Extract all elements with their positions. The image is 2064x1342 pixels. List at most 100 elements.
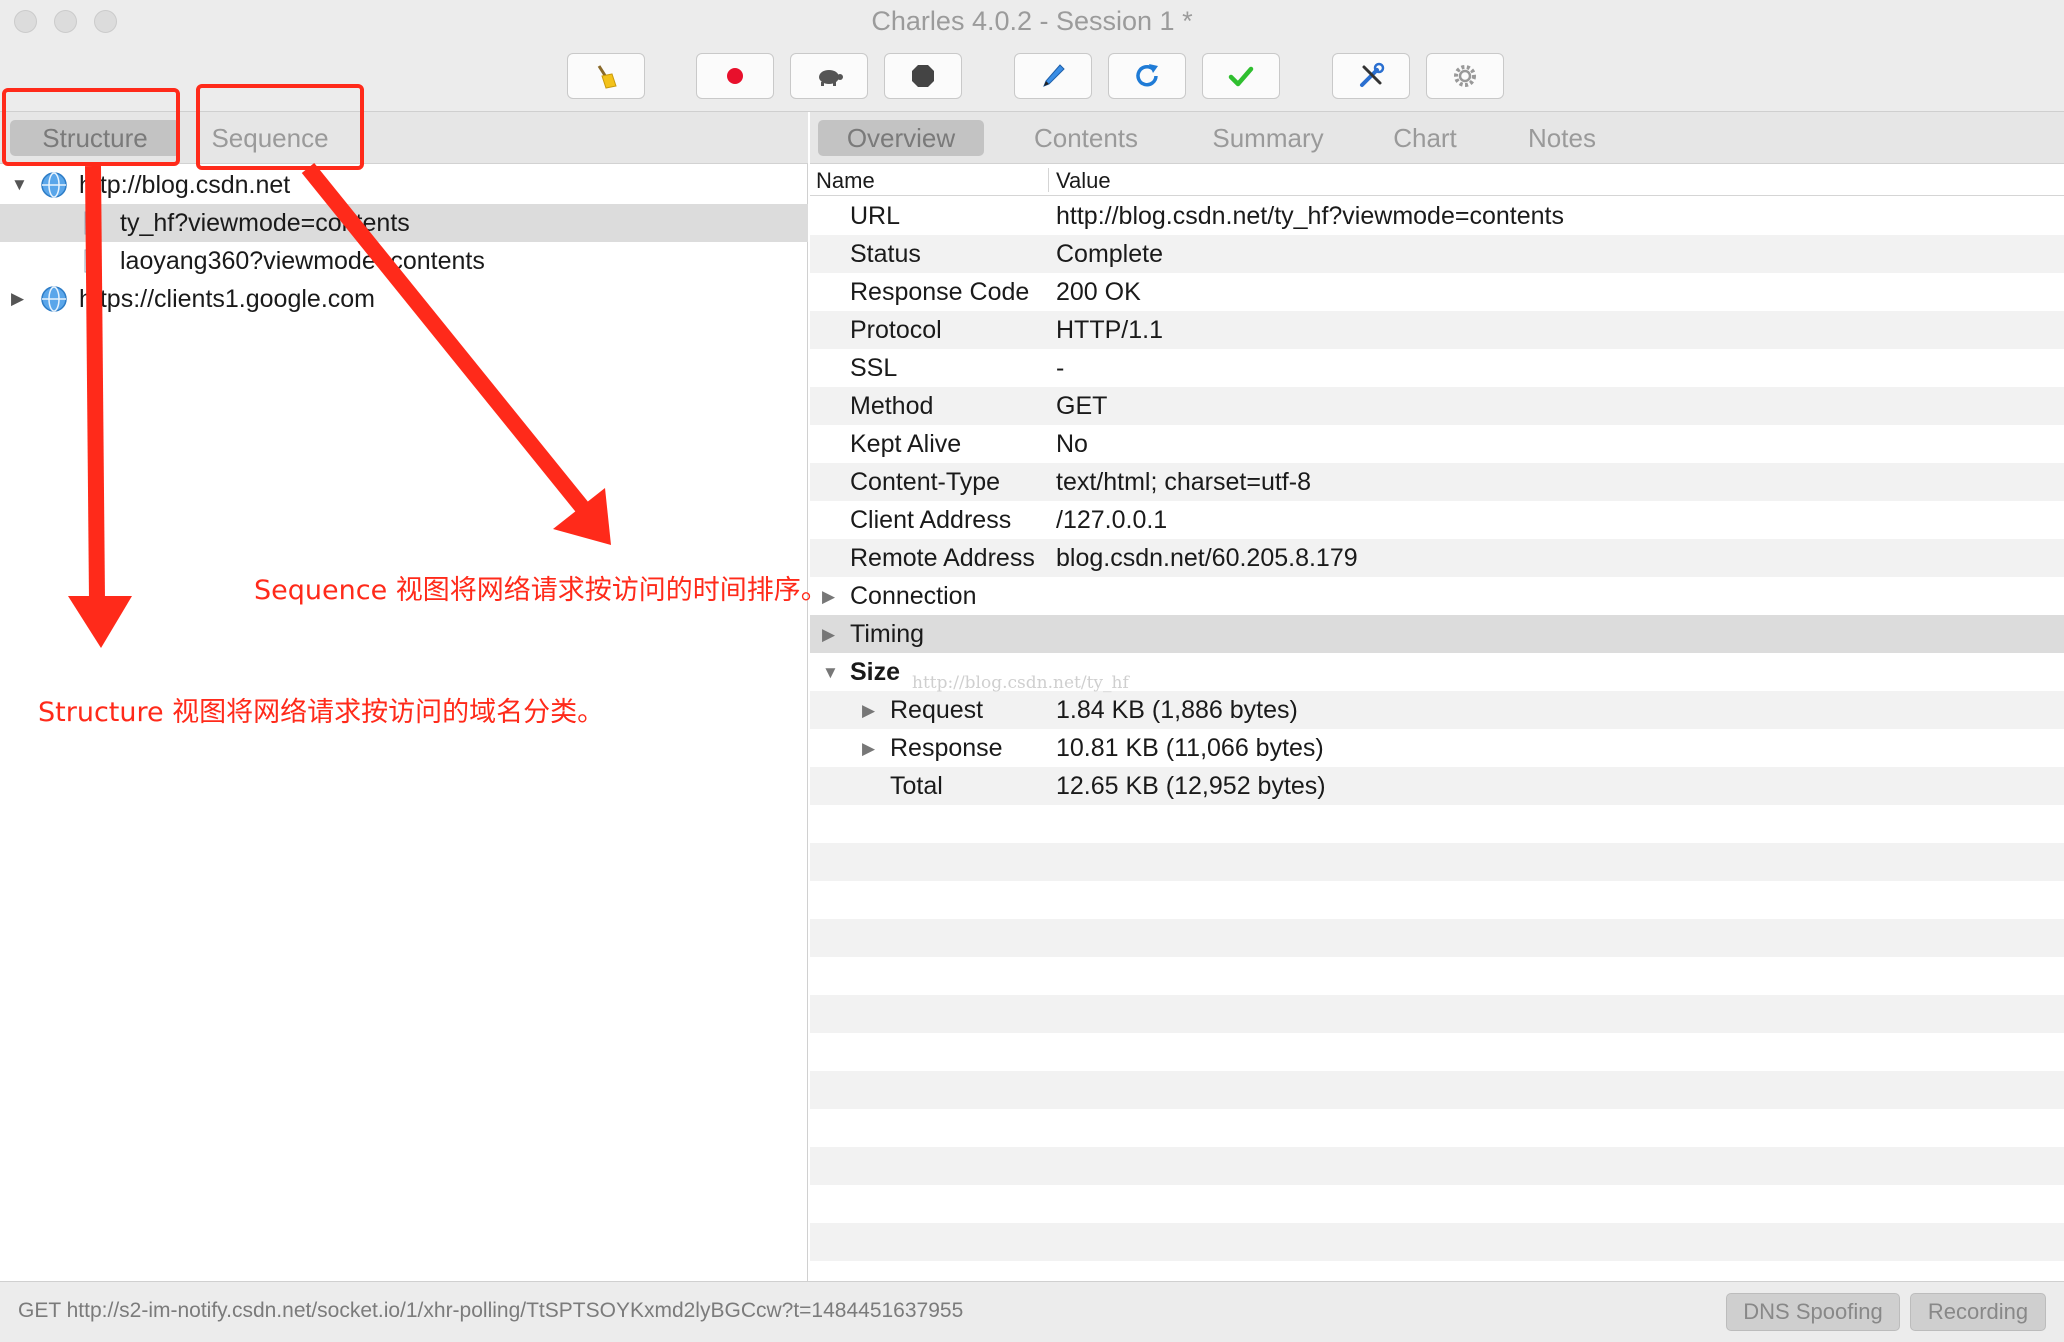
row-name: SSL: [850, 354, 898, 382]
refresh-icon: [1136, 64, 1158, 87]
overview-row-response[interactable]: ▶ Response 10.81 KB (11,066 bytes): [810, 729, 2064, 767]
annotation-box-sequence: [196, 84, 364, 170]
tree-host-label: https://clients1.google.com: [79, 284, 375, 313]
structure-annotation-text: Structure 视图将网络请求按访问的域名分类。: [38, 697, 605, 728]
row-value: 200 OK: [1056, 278, 1141, 306]
row-name: Content-Type: [850, 468, 1001, 496]
disclosure-collapsed-icon[interactable]: ▶: [862, 739, 875, 759]
tools-button[interactable]: [1332, 53, 1410, 99]
turtle-icon: [819, 70, 843, 86]
row-name: Remote Address: [850, 544, 1035, 572]
overview-column-header: Name Value: [810, 164, 2064, 196]
compose-button[interactable]: [1014, 53, 1092, 99]
overview-row[interactable]: Method GET: [810, 387, 2064, 425]
overview-group-timing[interactable]: ▶ Timing: [810, 615, 2064, 653]
row-name: Connection: [850, 582, 977, 610]
row-name: URL: [850, 202, 901, 230]
row-name: Client Address: [850, 506, 1012, 534]
overview-row[interactable]: URL http://blog.csdn.net/ty_hf?viewmode=…: [810, 197, 2064, 235]
row-value: 1.84 KB (1,886 bytes): [1056, 696, 1298, 724]
empty-row-stripe: [810, 1071, 2064, 1109]
status-bar: GET http://s2-im-notify.csdn.net/socket.…: [0, 1281, 2064, 1342]
row-value: 10.81 KB (11,066 bytes): [1056, 734, 1324, 762]
disclosure-collapsed-icon[interactable]: ▶: [822, 625, 835, 645]
status-text: GET http://s2-im-notify.csdn.net/socket.…: [18, 1299, 964, 1322]
overview-row[interactable]: SSL -: [810, 349, 2064, 387]
column-name-header[interactable]: Name: [816, 168, 875, 194]
row-value: HTTP/1.1: [1056, 316, 1163, 344]
row-value: text/html; charset=utf-8: [1056, 468, 1311, 496]
clear-session-button[interactable]: [567, 53, 645, 99]
throttle-button[interactable]: [790, 53, 868, 99]
tab-contents[interactable]: Contents: [1006, 120, 1166, 156]
row-name: Response Code: [850, 278, 1030, 306]
recording-button[interactable]: Recording: [1910, 1293, 2046, 1331]
row-name: Response: [890, 734, 1003, 762]
disclosure-collapsed-icon[interactable]: ▶: [862, 701, 875, 721]
tab-notes[interactable]: Notes: [1498, 120, 1626, 156]
tree-host-blog-csdn[interactable]: ▼ http://blog.csdn.net: [0, 166, 808, 204]
disclosure-expanded-icon[interactable]: ▼: [822, 663, 839, 683]
page-icon: [84, 211, 98, 235]
row-name: Request: [890, 696, 984, 724]
tree-item-ty-hf[interactable]: ty_hf?viewmode=contents: [0, 204, 808, 242]
row-value: /127.0.0.1: [1056, 506, 1168, 534]
overview-row[interactable]: Response Code 200 OK: [810, 273, 2064, 311]
stop-icon: [912, 65, 934, 87]
empty-row-stripe: [810, 995, 2064, 1033]
validate-button[interactable]: [1202, 53, 1280, 99]
globe-icon: [41, 286, 67, 312]
tab-summary[interactable]: Summary: [1182, 120, 1354, 156]
row-name: Timing: [850, 620, 925, 648]
overview-row-request[interactable]: ▶ Request 1.84 KB (1,886 bytes): [810, 691, 2064, 729]
row-name: Size: [850, 658, 901, 686]
gear-icon: [1454, 65, 1476, 87]
window-title: Charles 4.0.2 - Session 1 *: [871, 6, 1193, 36]
disclosure-expanded-icon[interactable]: ▼: [11, 175, 28, 195]
row-value: blog.csdn.net/60.205.8.179: [1056, 544, 1358, 572]
empty-row-stripe: [810, 843, 2064, 881]
pen-icon: [1043, 64, 1065, 87]
dns-spoofing-button[interactable]: DNS Spoofing: [1726, 1293, 1900, 1331]
repeat-button[interactable]: [1108, 53, 1186, 99]
tree-host-google[interactable]: ▶ https://clients1.google.com: [0, 280, 808, 318]
row-name: Status: [850, 240, 921, 268]
row-name: Method: [850, 392, 934, 420]
column-divider[interactable]: [1048, 168, 1049, 192]
overview-row[interactable]: Remote Address blog.csdn.net/60.205.8.17…: [810, 539, 2064, 577]
tree-host-label: http://blog.csdn.net: [79, 170, 291, 199]
row-value: http://blog.csdn.net/ty_hf?viewmode=cont…: [1056, 202, 1564, 230]
tab-chart[interactable]: Chart: [1370, 120, 1480, 156]
breakpoints-button[interactable]: [884, 53, 962, 99]
record-button[interactable]: [696, 53, 774, 99]
tab-overview[interactable]: Overview: [818, 120, 984, 156]
annotation-box-structure: [2, 88, 180, 166]
settings-button[interactable]: [1426, 53, 1504, 99]
tree-item-label: laoyang360?viewmode=contents: [120, 246, 485, 275]
page-icon: [84, 249, 98, 273]
row-name: Protocol: [850, 316, 942, 344]
checkmark-icon: [1228, 66, 1254, 87]
right-tab-bar: Overview Contents Summary Chart Notes: [810, 112, 2064, 164]
overview-row[interactable]: Content-Type text/html; charset=utf-8: [810, 463, 2064, 501]
overview-panel: Name Value URL http://blog.csdn.net/ty_h…: [810, 164, 2064, 1281]
overview-row[interactable]: Client Address /127.0.0.1: [810, 501, 2064, 539]
empty-row-stripe: [810, 919, 2064, 957]
overview-group-connection[interactable]: ▶ Connection: [810, 577, 2064, 615]
empty-row-stripe: [810, 1223, 2064, 1261]
tree-item-label: ty_hf?viewmode=contents: [120, 208, 410, 237]
overview-row-total[interactable]: Total 12.65 KB (12,952 bytes): [810, 767, 2064, 805]
overview-row[interactable]: Kept Alive No: [810, 425, 2064, 463]
broom-icon: [597, 65, 617, 89]
tree-item-laoyang360[interactable]: laoyang360?viewmode=contents: [0, 242, 808, 280]
row-value: No: [1056, 430, 1088, 458]
row-value: 12.65 KB (12,952 bytes): [1056, 772, 1326, 800]
row-name: Total: [890, 772, 943, 800]
disclosure-collapsed-icon[interactable]: ▶: [11, 289, 24, 309]
overview-row[interactable]: Protocol HTTP/1.1: [810, 311, 2064, 349]
overview-row[interactable]: Status Complete: [810, 235, 2064, 273]
sequence-annotation-text: Sequence 视图将网络请求按访问的时间排序。: [254, 575, 828, 606]
column-value-header[interactable]: Value: [1056, 168, 1111, 194]
record-icon: [727, 68, 743, 84]
row-name: Kept Alive: [850, 430, 962, 458]
